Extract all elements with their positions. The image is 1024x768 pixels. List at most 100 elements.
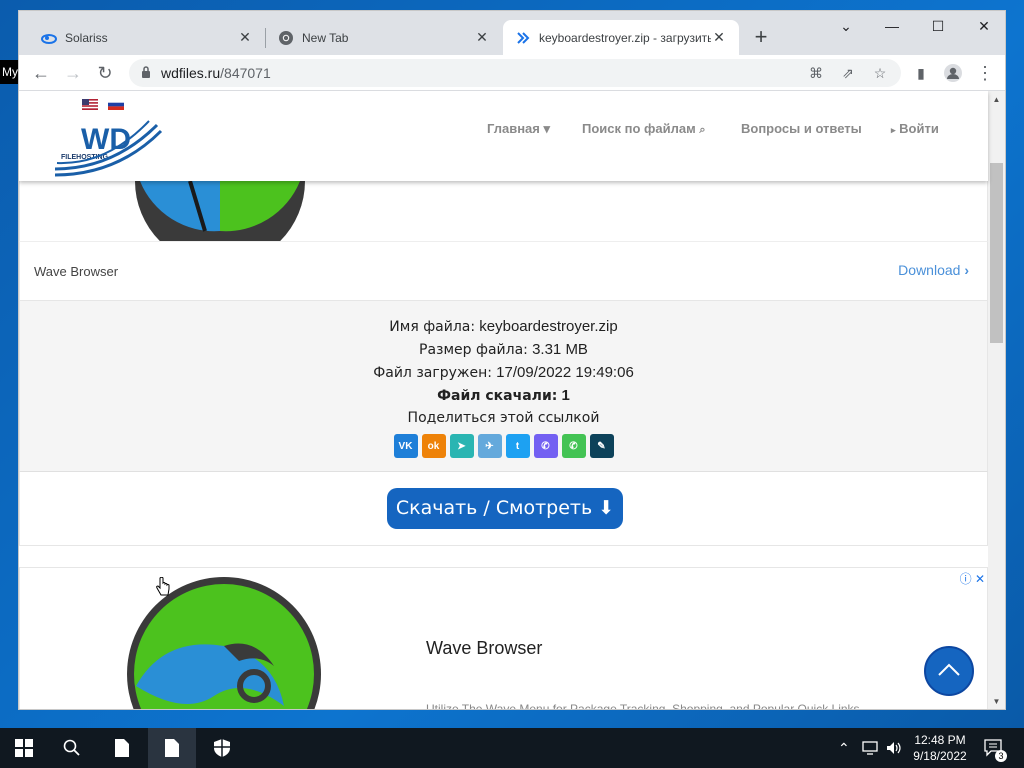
scroll-down-arrow-icon[interactable]: ▼ — [988, 695, 1005, 709]
close-tab-icon[interactable]: ✕ — [474, 29, 490, 46]
file-size-value: 3.31 MB — [532, 341, 588, 358]
search-button[interactable] — [48, 728, 96, 768]
wd-filehosting-logo[interactable]: WD FILEHOSTING — [53, 113, 163, 177]
nav-home-label: Главная — [487, 121, 540, 136]
share-icon[interactable]: ⇗ — [837, 63, 859, 83]
share-telegram-icon[interactable]: ✈ — [477, 434, 502, 458]
download-icon: ⬇ — [598, 497, 615, 519]
nav-search[interactable]: Поиск по файлам ⌕ — [582, 121, 706, 137]
tab-new-tab[interactable]: New Tab ✕ — [266, 20, 502, 55]
nav-faq[interactable]: Вопросы и ответы — [741, 121, 862, 136]
address-bar[interactable]: wdfiles.ru/847071 ⌘ ⇗ ☆ — [129, 59, 901, 87]
caret-down-icon: ▾ — [543, 121, 551, 136]
close-window-button[interactable]: ✕ — [961, 11, 1005, 43]
lock-icon[interactable] — [141, 66, 151, 84]
ad-name: Wave Browser — [34, 264, 119, 279]
close-tab-icon[interactable]: ✕ — [711, 29, 727, 46]
share-whatsapp-icon[interactable]: ✆ — [561, 434, 586, 458]
menu-kebab-icon[interactable]: ⋮ — [971, 59, 999, 87]
network-icon[interactable] — [862, 728, 878, 768]
ad-description: Utilize The Wave Menu for Package Tracki… — [426, 702, 863, 710]
hand-cursor-icon — [156, 577, 170, 596]
tab-search-chevron-icon[interactable]: ⌄ — [823, 11, 869, 43]
taskbar: ⌃ 12:48 PM 9/18/2022 3 — [0, 728, 1024, 768]
taskbar-app-file[interactable] — [98, 728, 146, 768]
nav-login[interactable]: ▸ Войти — [891, 121, 939, 136]
site-header: WD FILEHOSTING Главная ▾ Поиск по файлам… — [19, 91, 988, 181]
tab-strip: Solariss ✕ New Tab ✕ keyboardestroyer.zi… — [19, 11, 1005, 55]
ad-download-link[interactable]: Download › — [898, 262, 969, 278]
forward-button[interactable]: → — [59, 59, 87, 87]
translate-icon[interactable]: ⌘ — [805, 63, 827, 83]
share-twitter-icon[interactable]: t — [505, 434, 530, 458]
solariss-logo-icon — [41, 30, 57, 46]
file-name-line: Имя файла: keyboardestroyer.zip — [20, 315, 987, 338]
ad-download-label: Download — [898, 262, 961, 278]
taskbar-clock[interactable]: 12:48 PM 9/18/2022 — [908, 732, 972, 764]
profile-avatar-icon[interactable] — [939, 59, 967, 87]
volume-icon[interactable] — [886, 728, 902, 768]
ad-row[interactable]: Wave Browser Download › — [19, 241, 988, 301]
notifications-button[interactable]: 3 — [984, 728, 1008, 768]
wave-browser-logo-partial[interactable] — [130, 181, 330, 241]
nav-home[interactable]: Главная ▾ — [487, 121, 550, 137]
maximize-button[interactable]: ☐ — [915, 11, 961, 43]
chevron-up-icon[interactable]: ⌃ — [838, 728, 850, 768]
wdfiles-icon — [515, 30, 531, 46]
ad-image-strip — [19, 181, 988, 241]
page-viewport: WD FILEHOSTING Главная ▾ Поиск по файлам… — [19, 91, 1005, 710]
download-button-label: Скачать / Смотреть — [395, 497, 593, 519]
new-tab-button[interactable]: + — [747, 24, 775, 52]
browser-toolbar: ← → ↻ wdfiles.ru/847071 ⌘ ⇗ ☆ ▮ ⋮ — [19, 55, 1005, 91]
file-uploaded-label: Файл загружен: — [373, 365, 492, 381]
download-zone: Скачать / Смотреть ⬇ — [19, 471, 988, 546]
search-icon: ⌕ — [699, 124, 706, 136]
ad-choices-icon[interactable]: ⓘ ✕ — [960, 570, 985, 587]
language-flags — [82, 99, 124, 110]
us-flag-icon[interactable] — [82, 99, 98, 110]
chrome-icon — [278, 30, 294, 46]
share-vk-icon[interactable]: VK — [393, 434, 418, 458]
spacer — [19, 546, 988, 567]
chevron-right-icon: › — [964, 262, 969, 278]
page-scrollbar[interactable]: ▲ ▼ — [988, 91, 1005, 709]
file-size-label: Размер файла: — [419, 342, 528, 358]
download-watch-button[interactable]: Скачать / Смотреть ⬇ — [387, 488, 623, 529]
share-odnoklassniki-icon[interactable]: ok — [421, 434, 446, 458]
tab-solariss[interactable]: Solariss ✕ — [29, 20, 265, 55]
ru-flag-icon[interactable] — [108, 99, 124, 110]
share-buttons: VK ok ➤ ✈ t ✆ ✆ ✎ — [20, 434, 987, 458]
minimize-button[interactable]: — — [869, 11, 915, 43]
tab-title: New Tab — [302, 30, 349, 45]
bookmark-star-icon[interactable]: ☆ — [869, 63, 891, 83]
taskbar-app-security[interactable] — [198, 728, 246, 768]
desktop-icon-label[interactable]: My — [0, 60, 20, 84]
taskbar-app-file-active[interactable] — [148, 728, 196, 768]
back-button[interactable]: ← — [27, 59, 55, 87]
notification-count-badge: 3 — [995, 750, 1007, 762]
file-name-value: keyboardestroyer.zip — [479, 318, 618, 335]
nav-login-label: Войти — [899, 121, 939, 136]
file-name-label: Имя файла: — [389, 319, 476, 335]
clock-time: 12:48 PM — [914, 733, 966, 747]
scrollbar-thumb[interactable] — [990, 163, 1003, 343]
caret-right-icon: ▸ — [891, 125, 896, 135]
wave-browser-logo[interactable] — [124, 576, 324, 710]
file-downloads-label: Файл скачали: — [437, 388, 558, 404]
ad-title[interactable]: Wave Browser — [426, 638, 542, 659]
tab-title: Solariss — [65, 30, 108, 45]
share-viber-icon[interactable]: ✆ — [533, 434, 558, 458]
scroll-up-arrow-icon[interactable]: ▲ — [988, 93, 1005, 107]
page-content: Wave Browser Download › Имя файла: keybo… — [19, 181, 988, 710]
file-size-line: Размер файла: 3.31 MB — [20, 338, 987, 361]
tab-keyboardestroyer[interactable]: keyboardestroyer.zip - загрузить ✕ — [503, 20, 739, 55]
share-livejournal-icon[interactable]: ✎ — [589, 434, 614, 458]
scroll-to-top-button[interactable] — [924, 646, 974, 696]
share-moimir-icon[interactable]: ➤ — [449, 434, 474, 458]
start-button[interactable] — [0, 728, 48, 768]
close-tab-icon[interactable]: ✕ — [237, 29, 253, 46]
side-panel-icon[interactable]: ▮ — [907, 59, 935, 87]
url-text: wdfiles.ru/847071 — [161, 59, 271, 87]
reload-button[interactable]: ↻ — [91, 59, 119, 87]
windows-logo-icon — [15, 739, 33, 757]
